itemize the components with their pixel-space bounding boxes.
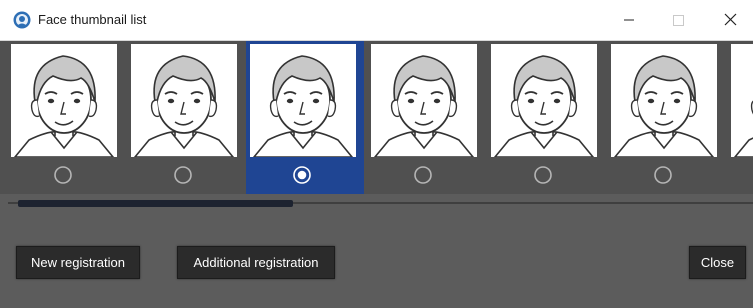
maximize-icon [673,15,684,26]
radio-unselected-icon [654,166,672,184]
radio-button[interactable] [534,166,552,184]
maximize-button[interactable] [654,5,700,35]
thumbnail-strip [0,41,753,194]
face-thumbnail[interactable] [491,44,597,157]
face-thumbnail[interactable] [250,44,356,157]
horizontal-scrollbar[interactable] [8,200,753,207]
close-icon [724,13,737,26]
thumbnail-item-selected[interactable] [246,41,364,194]
title-bar: Face thumbnail list [0,0,753,41]
radio-unselected-icon [54,166,72,184]
radio-button-selected[interactable] [293,166,311,184]
face-illustration-icon [734,55,753,157]
face-thumbnail[interactable] [611,44,717,157]
scrollbar-thumb[interactable] [18,200,293,207]
face-illustration-icon [374,55,474,157]
face-illustration-icon [134,55,234,157]
face-thumbnail[interactable] [371,44,477,157]
close-window-button[interactable] [706,5,752,35]
new-registration-button[interactable]: New registration [16,246,140,279]
thumbnail-item[interactable] [127,41,245,194]
radio-button[interactable] [54,166,72,184]
radio-selected-icon [293,166,311,184]
minimize-icon [624,19,634,21]
additional-registration-button[interactable]: Additional registration [177,246,335,279]
face-thumbnail[interactable] [11,44,117,157]
radio-unselected-icon [174,166,192,184]
thumbnail-item[interactable] [487,41,605,194]
app-icon [13,11,31,29]
radio-button[interactable] [654,166,672,184]
thumbnail-item[interactable] [7,41,125,194]
close-button[interactable]: Close [689,246,746,279]
face-illustration-icon [253,55,353,157]
face-illustration-icon [14,55,114,157]
radio-unselected-icon [534,166,552,184]
thumbnail-item[interactable] [607,41,725,194]
minimize-button[interactable] [607,5,653,35]
radio-button[interactable] [414,166,432,184]
face-thumbnail[interactable] [731,44,753,157]
window-title: Face thumbnail list [38,12,147,27]
thumbnail-item-partial[interactable] [727,41,753,194]
radio-button[interactable] [174,166,192,184]
thumbnail-item[interactable] [367,41,485,194]
face-illustration-icon [614,55,714,157]
radio-unselected-icon [414,166,432,184]
face-thumbnail[interactable] [131,44,237,157]
face-illustration-icon [494,55,594,157]
